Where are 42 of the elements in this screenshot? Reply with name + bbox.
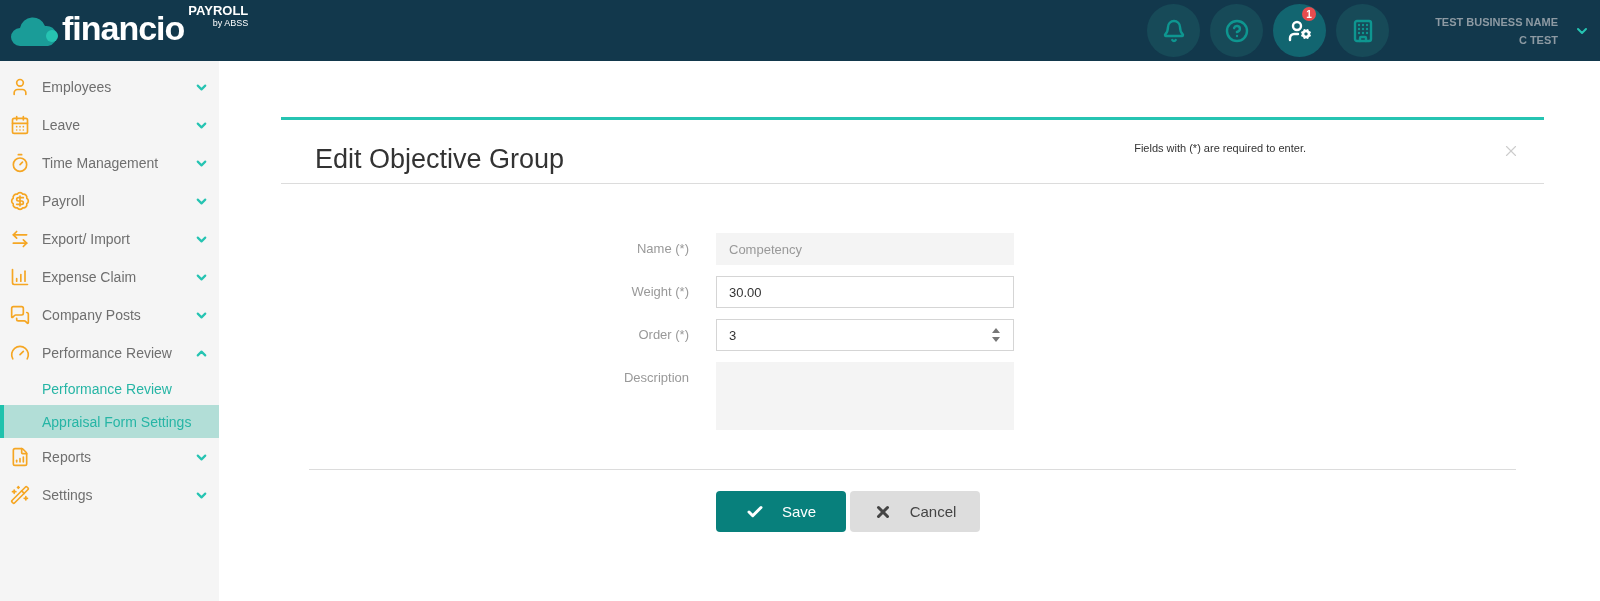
user-gear-button[interactable]: 1 [1273, 4, 1327, 57]
cancel-button[interactable]: Cancel [850, 491, 980, 532]
user-name: C TEST [1518, 33, 1558, 46]
spinner-arrows-icon[interactable] [991, 327, 1001, 343]
sidebar-item[interactable]: Company Posts [0, 296, 219, 334]
bell-icon [1161, 18, 1186, 43]
sidebar-item[interactable]: Employees [0, 68, 219, 106]
sidebar-item[interactable]: Time Management [0, 144, 219, 182]
sidebar-item[interactable]: Payroll [0, 182, 219, 220]
sidebar-item[interactable]: Settings [0, 476, 219, 514]
name-field[interactable]: Competency [716, 233, 1014, 265]
wand-chart-icon [10, 485, 30, 505]
field-label: Name (*) [636, 240, 689, 258]
sidebar-item[interactable]: Reports [0, 438, 219, 476]
field-label: Description [622, 369, 689, 387]
person-icon [10, 77, 30, 97]
chart-icon [10, 267, 30, 287]
field-label: Order (*) [637, 326, 689, 344]
user-gear-icon [1287, 18, 1312, 43]
help-button[interactable] [1210, 4, 1264, 57]
order-field[interactable]: 3 [716, 319, 1014, 351]
sidebar-item[interactable]: Leave [0, 106, 219, 144]
required-note: Fields with (*) are required to enter. [1134, 142, 1306, 154]
stopwatch-icon [10, 153, 30, 173]
field-label: Weight (*) [630, 283, 689, 301]
weight-field[interactable]: 30.00 [716, 276, 1014, 308]
notification-badge: 1 [1302, 7, 1317, 21]
arrows-icon [10, 229, 30, 249]
report-icon [10, 447, 30, 467]
calendar-icon [10, 115, 30, 135]
dialog-title: Edit Objective Group [315, 144, 565, 175]
building-button[interactable] [1336, 4, 1390, 57]
sidebar-item[interactable]: Expense Claim [0, 258, 219, 296]
help-icon [1224, 18, 1249, 43]
business-name: TEST BUSINESS NAME [1435, 15, 1558, 28]
sidebar-item[interactable]: Export/ Import [0, 220, 219, 258]
save-button[interactable]: Save [716, 491, 846, 532]
bell-button[interactable] [1147, 4, 1201, 57]
product-name: PAYROLL [188, 3, 249, 18]
vendor-name: by ABSS [212, 18, 249, 28]
logo-wordmark: financio [62, 9, 185, 48]
sidebar-item[interactable]: Performance Review [0, 334, 219, 372]
